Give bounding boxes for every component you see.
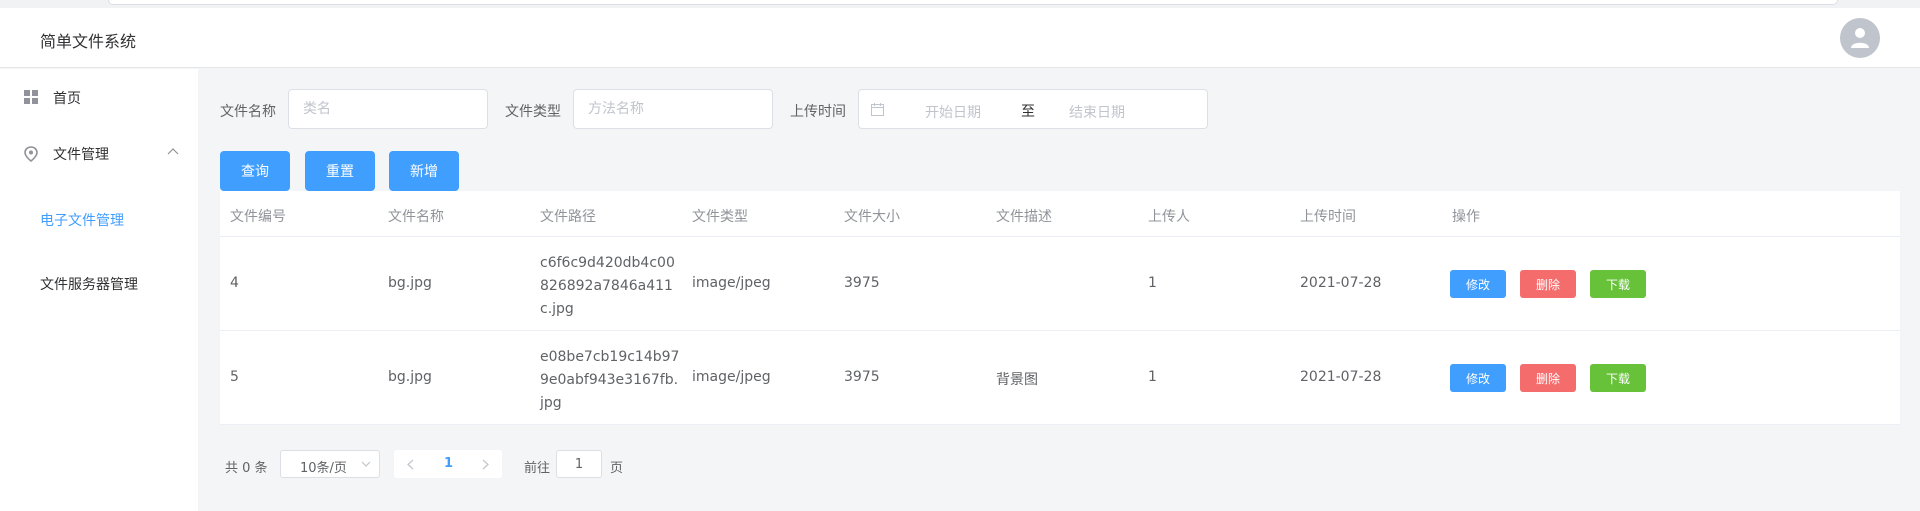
goto-page-input[interactable] <box>556 450 602 478</box>
table-header: 文件编号 文件名称 文件路径 文件类型 文件大小 文件描述 上传人 上传时间 操… <box>220 191 1900 237</box>
col-file-name: 文件名称 <box>388 209 444 225</box>
cell-file-size: 3975 <box>844 369 880 385</box>
browser-top-strip <box>0 0 1920 8</box>
sidebar-subitem-label: 文件服务器管理 <box>40 277 138 293</box>
cell-file-path: e08be7cb19c14b979e0abf943e3167fb.jpg <box>540 349 680 411</box>
cell-file-desc: 背景图 <box>996 372 1038 388</box>
cell-file-type: image/jpeg <box>692 275 771 291</box>
cell-file-id: 5 <box>230 369 239 385</box>
cell-upload-time: 2021-07-28 <box>1300 275 1382 291</box>
goto-label: 前往 <box>524 461 551 476</box>
cell-file-path: c6f6c9d420db4c00826892a7846a411c.jpg <box>540 255 675 317</box>
filetype-input[interactable] <box>573 89 773 129</box>
file-table: 文件编号 文件名称 文件路径 文件类型 文件大小 文件描述 上传人 上传时间 操… <box>220 191 1900 425</box>
reset-button[interactable]: 重置 <box>305 151 375 191</box>
sidebar-item-label: 首页 <box>53 91 81 107</box>
chevron-left-icon[interactable] <box>406 459 414 470</box>
col-upload-time: 上传时间 <box>1300 209 1356 225</box>
cell-uploader: 1 <box>1148 275 1157 291</box>
range-separator: 至 <box>1021 104 1035 120</box>
delete-button[interactable]: 删除 <box>1520 364 1576 392</box>
add-button[interactable]: 新增 <box>389 151 459 191</box>
app-header: 简单文件系统 <box>0 8 1920 68</box>
top-strip-bar <box>108 0 1838 5</box>
main-content: 文件名称 文件类型 上传时间 开始日期 至 结束日期 查询 重置 新增 文件编号… <box>198 69 1920 511</box>
current-page[interactable]: 1 <box>444 456 453 471</box>
start-date-input[interactable]: 开始日期 <box>925 102 981 122</box>
date-range-picker[interactable]: 开始日期 至 结束日期 <box>858 89 1208 129</box>
pagination-total: 共 0 条 <box>225 461 268 476</box>
sidebar-subitem-file-server[interactable]: 文件服务器管理 <box>0 255 198 311</box>
query-button[interactable]: 查询 <box>220 151 290 191</box>
cell-file-size: 3975 <box>844 275 880 291</box>
cell-uploader: 1 <box>1148 369 1157 385</box>
sidebar-item-file-management[interactable]: 文件管理 <box>0 125 198 181</box>
user-avatar[interactable] <box>1840 18 1880 58</box>
download-button[interactable]: 下载 <box>1590 364 1646 392</box>
page-size-value: 10条/页 <box>300 461 347 476</box>
edit-button[interactable]: 修改 <box>1450 364 1506 392</box>
cell-file-name: bg.jpg <box>388 369 432 385</box>
pagination: 共 0 条 10条/页 1 前往 页 <box>220 450 820 480</box>
edit-button[interactable]: 修改 <box>1450 270 1506 298</box>
col-uploader: 上传人 <box>1148 209 1190 225</box>
cell-file-id: 4 <box>230 275 239 291</box>
col-file-id: 文件编号 <box>230 209 286 225</box>
page-navigator: 1 <box>394 450 502 478</box>
page-suffix: 页 <box>610 461 624 476</box>
end-date-input[interactable]: 结束日期 <box>1069 102 1125 122</box>
col-file-type: 文件类型 <box>692 209 748 225</box>
sidebar-item-label: 文件管理 <box>53 147 109 163</box>
sidebar: 首页 文件管理 电子文件管理 文件服务器管理 <box>0 69 198 511</box>
filetype-label: 文件类型 <box>505 104 561 120</box>
download-button[interactable]: 下载 <box>1590 270 1646 298</box>
chevron-right-icon[interactable] <box>482 459 490 470</box>
table-row: 4 bg.jpg c6f6c9d420db4c00826892a7846a411… <box>220 237 1900 331</box>
table-row: 5 bg.jpg e08be7cb19c14b979e0abf943e3167f… <box>220 331 1900 425</box>
filename-input[interactable] <box>288 89 488 129</box>
sidebar-subitem-label: 电子文件管理 <box>40 213 124 229</box>
app-title: 简单文件系统 <box>40 32 137 51</box>
delete-button[interactable]: 删除 <box>1520 270 1576 298</box>
col-file-desc: 文件描述 <box>996 209 1052 225</box>
col-actions: 操作 <box>1452 209 1480 225</box>
cell-file-type: image/jpeg <box>692 369 771 385</box>
sidebar-item-home[interactable]: 首页 <box>0 69 198 125</box>
grid-icon <box>24 90 38 104</box>
page-size-select[interactable]: 10条/页 <box>280 450 380 478</box>
location-icon <box>24 146 38 162</box>
col-file-size: 文件大小 <box>844 209 900 225</box>
calendar-icon <box>871 103 884 116</box>
chevron-down-icon <box>361 461 371 467</box>
col-file-path: 文件路径 <box>540 209 596 225</box>
filename-label: 文件名称 <box>220 104 276 120</box>
cell-upload-time: 2021-07-28 <box>1300 369 1382 385</box>
cell-file-name: bg.jpg <box>388 275 432 291</box>
chevron-up-icon <box>167 148 179 155</box>
upload-time-label: 上传时间 <box>790 104 846 120</box>
sidebar-subitem-electronic-files[interactable]: 电子文件管理 <box>0 191 198 247</box>
user-icon <box>1851 28 1869 48</box>
